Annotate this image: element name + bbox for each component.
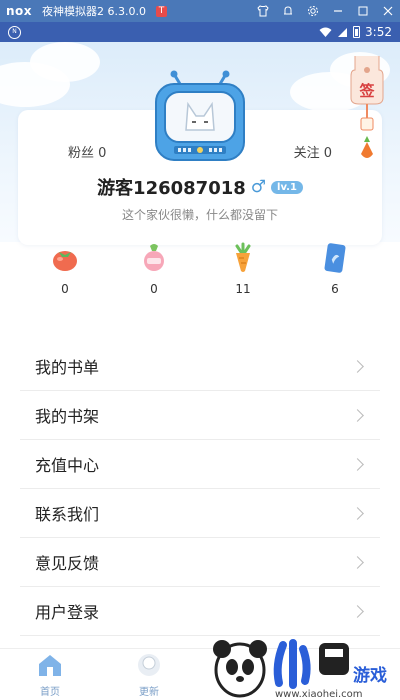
menu-item-label: 用户登录 (35, 603, 100, 622)
radish-icon (144, 244, 164, 271)
bell-icon[interactable] (282, 5, 294, 17)
stat-card-value: 6 (331, 282, 339, 296)
level-badge: lv.1 (271, 180, 303, 194)
status-right: 3:52 (319, 22, 392, 42)
chevron-right-icon (351, 359, 364, 373)
emulator-title-bar: nox 夜神模拟器2 6.3.0.0 T (0, 0, 400, 22)
stats-row: 0 0 11 6 (0, 242, 400, 310)
home-icon (39, 655, 61, 676)
battery-icon (353, 26, 361, 38)
user-bio: 这个家伙很懒，什么都没留下 (121, 208, 278, 222)
chevron-right-icon (351, 506, 364, 520)
menu-item-contact[interactable]: 联系我们 (20, 489, 380, 538)
menu-item-recharge[interactable]: 充值中心 (20, 440, 380, 489)
sign-in-button[interactable]: 签 签 (347, 56, 387, 166)
status-time: 3:52 (365, 25, 392, 39)
tab-update[interactable]: 更新 (124, 652, 174, 698)
chevron-right-icon (351, 457, 364, 471)
tab-update-label: 更新 (139, 687, 159, 698)
chevron-right-icon (351, 555, 364, 569)
username: 游客126087018 (97, 178, 246, 199)
stat-tomato-value: 0 (61, 282, 69, 296)
svg-text:签: 签 (358, 82, 375, 100)
menu-item-label: 联系我们 (35, 505, 100, 524)
menu-item-label: 意见反馈 (35, 554, 100, 573)
stat-carrot-value: 11 (235, 282, 251, 296)
emulator-badge: T (156, 5, 168, 17)
tab-home[interactable]: 首页 (25, 652, 75, 698)
signal-icon (338, 27, 348, 37)
emulator-controls (257, 0, 394, 22)
fans-count[interactable]: 粉丝 0 (68, 142, 106, 161)
maximize-icon[interactable] (357, 5, 369, 17)
update-icon (138, 654, 160, 676)
menu-item-booklist[interactable]: 我的书单 (20, 342, 380, 391)
stat-tomato[interactable]: 0 (35, 242, 95, 296)
sign-in-tag-icon: 签 (350, 56, 384, 158)
avatar[interactable] (152, 70, 248, 166)
nox-notification-icon: N (8, 25, 21, 39)
username-row: 游客126087018 ♂ lv.1 (0, 174, 400, 200)
chevron-right-icon (351, 604, 364, 618)
wifi-icon (319, 27, 332, 37)
minimize-icon[interactable] (332, 5, 344, 17)
tab-home-label: 首页 (40, 687, 60, 698)
emulator-title: 夜神模拟器2 6.3.0.0 (42, 5, 147, 18)
gear-icon[interactable] (307, 5, 319, 17)
svg-text:游戏: 游戏 (353, 665, 387, 686)
chevron-right-icon (351, 408, 364, 422)
watermark-logo: 游戏 www.xiaohei.com (213, 639, 387, 700)
gender-male-icon: ♂ (250, 177, 267, 197)
close-icon[interactable] (382, 5, 394, 17)
status-bar: N 3:52 (0, 22, 400, 42)
menu-item-feedback[interactable]: 意见反馈 (20, 538, 380, 587)
shirt-icon[interactable] (257, 5, 269, 17)
stat-radish[interactable]: 0 (124, 242, 184, 296)
menu-item-label: 我的书单 (35, 358, 100, 377)
emulator-logo: nox (6, 4, 33, 18)
menu-item-bookshelf[interactable]: 我的书架 (20, 391, 380, 440)
stat-card[interactable]: 6 (305, 242, 365, 296)
follow-count[interactable]: 关注 0 (294, 142, 332, 161)
watermark-url: www.xiaohei.com (275, 689, 363, 700)
card-icon (324, 243, 346, 273)
stat-carrot[interactable]: 11 (213, 242, 273, 296)
tomato-icon (53, 251, 77, 271)
stat-radish-value: 0 (150, 282, 158, 296)
menu-list: 我的书单 我的书架 充值中心 联系我们 意见反馈 用户登录 (20, 342, 380, 636)
carrot-icon (235, 242, 251, 272)
menu-item-label: 充值中心 (35, 456, 100, 475)
menu-item-label: 我的书架 (35, 407, 100, 426)
